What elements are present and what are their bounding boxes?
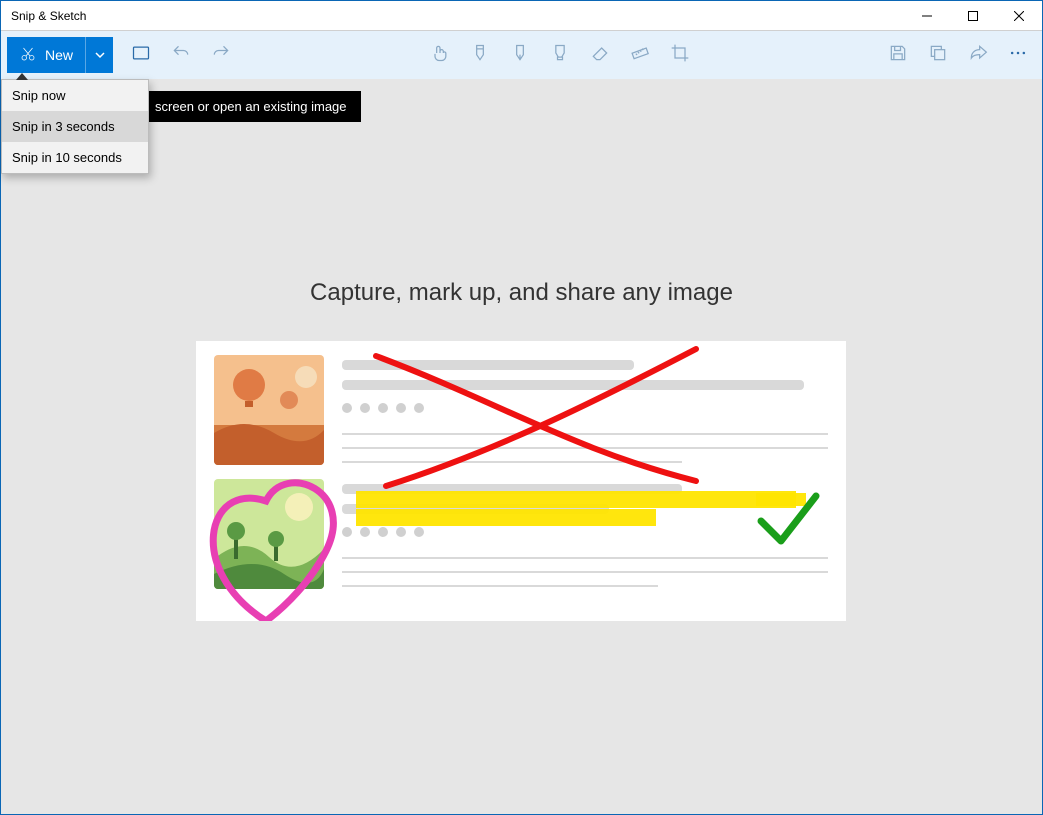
snip-icon: [19, 45, 37, 66]
crop-button[interactable]: [660, 35, 700, 75]
eraser-button[interactable]: [580, 35, 620, 75]
window-title: Snip & Sketch: [1, 9, 904, 23]
ruler-button[interactable]: [620, 35, 660, 75]
new-snip-dropdown-button[interactable]: [85, 37, 113, 73]
menu-item-snip-now[interactable]: Snip now: [2, 80, 148, 111]
chevron-down-icon: [95, 47, 105, 63]
crop-icon: [670, 43, 690, 68]
menu-item-snip-3s[interactable]: Snip in 3 seconds: [2, 111, 148, 142]
close-button[interactable]: [996, 1, 1042, 31]
new-snip-label: New: [45, 47, 73, 63]
highlighter-pen-icon: [550, 43, 570, 68]
app-window: Snip & Sketch New: [0, 0, 1043, 815]
pencil-pen-icon: [510, 43, 530, 68]
copy-icon: [928, 43, 948, 68]
share-button[interactable]: [958, 35, 998, 75]
copy-button[interactable]: [918, 35, 958, 75]
open-file-button[interactable]: [121, 35, 161, 75]
content-area: screen or open an existing image Capture…: [1, 79, 1042, 814]
eraser-icon: [590, 43, 610, 68]
new-snip-split-button[interactable]: New: [7, 37, 113, 73]
ruler-icon: [630, 43, 650, 68]
new-snip-button[interactable]: New: [7, 37, 85, 73]
undo-icon: [171, 43, 191, 68]
hint-tooltip: screen or open an existing image: [141, 91, 361, 122]
highlighter-button[interactable]: [540, 35, 580, 75]
title-bar: Snip & Sketch: [1, 1, 1042, 31]
minimize-button[interactable]: [904, 1, 950, 31]
toolbar: New: [1, 31, 1042, 79]
share-icon: [968, 43, 988, 68]
more-icon: [1008, 43, 1028, 68]
welcome-headline: Capture, mark up, and share any image: [1, 279, 1042, 307]
illustration-thumb-balloons: [214, 355, 324, 465]
touch-writing-button[interactable]: [420, 35, 460, 75]
maximize-button[interactable]: [950, 1, 996, 31]
touch-write-icon: [430, 43, 450, 68]
hint-tooltip-text: screen or open an existing image: [155, 99, 347, 114]
undo-button[interactable]: [161, 35, 201, 75]
redo-button[interactable]: [201, 35, 241, 75]
pencil-button[interactable]: [500, 35, 540, 75]
ballpoint-pen-icon: [470, 43, 490, 68]
save-icon: [888, 43, 908, 68]
welcome-illustration: [196, 341, 846, 621]
new-snip-menu: Snip now Snip in 3 seconds Snip in 10 se…: [1, 79, 149, 174]
illustration-thumb-hills: [214, 479, 324, 589]
open-folder-icon: [131, 43, 151, 68]
save-button[interactable]: [878, 35, 918, 75]
ballpoint-pen-button[interactable]: [460, 35, 500, 75]
menu-item-snip-10s[interactable]: Snip in 10 seconds: [2, 142, 148, 173]
redo-icon: [211, 43, 231, 68]
more-button[interactable]: [998, 35, 1038, 75]
